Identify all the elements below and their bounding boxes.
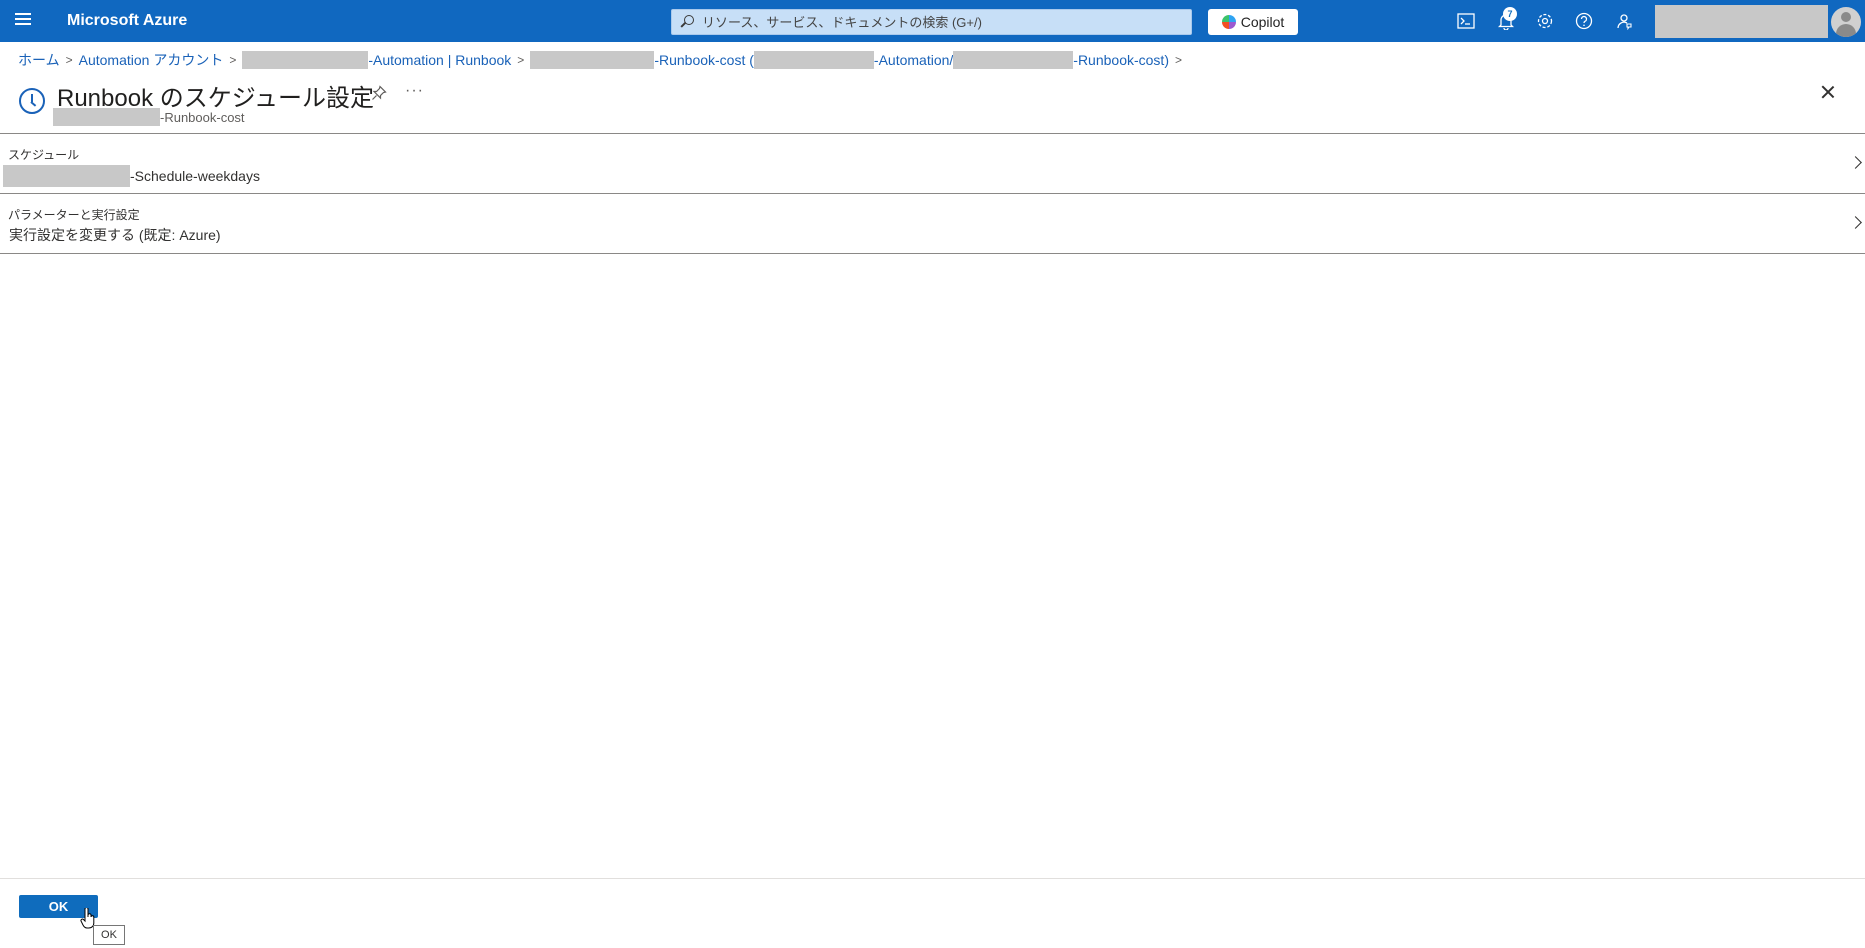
menu-icon[interactable] xyxy=(12,10,34,32)
help-icon[interactable] xyxy=(1574,11,1594,31)
subtitle-text: -Runbook-cost xyxy=(160,109,245,125)
schedule-value-text: -Schedule-weekdays xyxy=(130,168,260,184)
breadcrumb: ホーム > Automation アカウント > -Automation | R… xyxy=(18,51,1188,69)
breadcrumb-automation-runbook[interactable]: -Automation | Runbook xyxy=(368,52,511,68)
chevron-right-icon: > xyxy=(65,53,73,67)
settings-gear-icon[interactable] xyxy=(1535,11,1555,31)
chevron-right-icon xyxy=(1849,156,1862,169)
feedback-icon[interactable] xyxy=(1614,11,1634,31)
chevron-right-icon: > xyxy=(229,53,237,67)
redacted-block xyxy=(953,51,1074,69)
breadcrumb-runbook-path-mid[interactable]: -Automation/ xyxy=(874,52,953,68)
clock-icon xyxy=(19,88,45,114)
search-icon xyxy=(680,15,694,29)
copilot-label: Copilot xyxy=(1240,14,1285,30)
schedule-label: スケジュール xyxy=(8,148,80,162)
schedule-value: -Schedule-weekdays xyxy=(3,165,260,187)
redacted-block xyxy=(53,108,160,126)
copilot-button[interactable]: Copilot xyxy=(1208,9,1298,35)
redacted-block xyxy=(3,165,130,187)
footer-divider xyxy=(0,878,1865,879)
breadcrumb-runbook[interactable]: -Runbook-cost ( xyxy=(654,52,754,68)
top-bar: Microsoft Azure Copilot 7 xyxy=(0,0,1865,42)
brand-title[interactable]: Microsoft Azure xyxy=(67,12,187,30)
more-options-icon[interactable]: ··· xyxy=(405,82,424,100)
avatar[interactable] xyxy=(1831,7,1861,37)
search-input[interactable] xyxy=(702,14,1182,30)
chevron-right-icon: > xyxy=(517,53,525,67)
ok-tooltip: OK xyxy=(93,925,125,945)
redacted-block xyxy=(242,51,369,69)
parameters-row[interactable]: パラメーターと実行設定 実行設定を変更する (既定: Azure) xyxy=(0,194,1865,253)
parameters-value: 実行設定を変更する (既定: Azure) xyxy=(9,227,221,243)
account-info-redacted[interactable] xyxy=(1655,5,1828,38)
breadcrumb-home[interactable]: ホーム xyxy=(18,50,60,70)
close-icon[interactable] xyxy=(1820,84,1836,100)
breadcrumb-automation-accounts[interactable]: Automation アカウント xyxy=(79,50,224,70)
chevron-right-icon xyxy=(1849,216,1862,229)
cloud-shell-icon[interactable] xyxy=(1456,11,1476,31)
pin-icon[interactable] xyxy=(371,85,387,101)
search-box[interactable] xyxy=(671,9,1192,35)
chevron-right-icon: > xyxy=(1174,53,1182,67)
redacted-block xyxy=(530,51,655,69)
breadcrumb-runbook-path-end[interactable]: -Runbook-cost) xyxy=(1073,52,1169,68)
page-subtitle: -Runbook-cost xyxy=(53,108,245,126)
divider xyxy=(0,253,1865,254)
copilot-icon xyxy=(1221,15,1236,29)
notification-count-badge: 7 xyxy=(1503,7,1517,21)
schedule-row[interactable]: スケジュール -Schedule-weekdays xyxy=(0,134,1865,193)
parameters-label: パラメーターと実行設定 xyxy=(8,208,140,222)
redacted-block xyxy=(753,51,874,69)
